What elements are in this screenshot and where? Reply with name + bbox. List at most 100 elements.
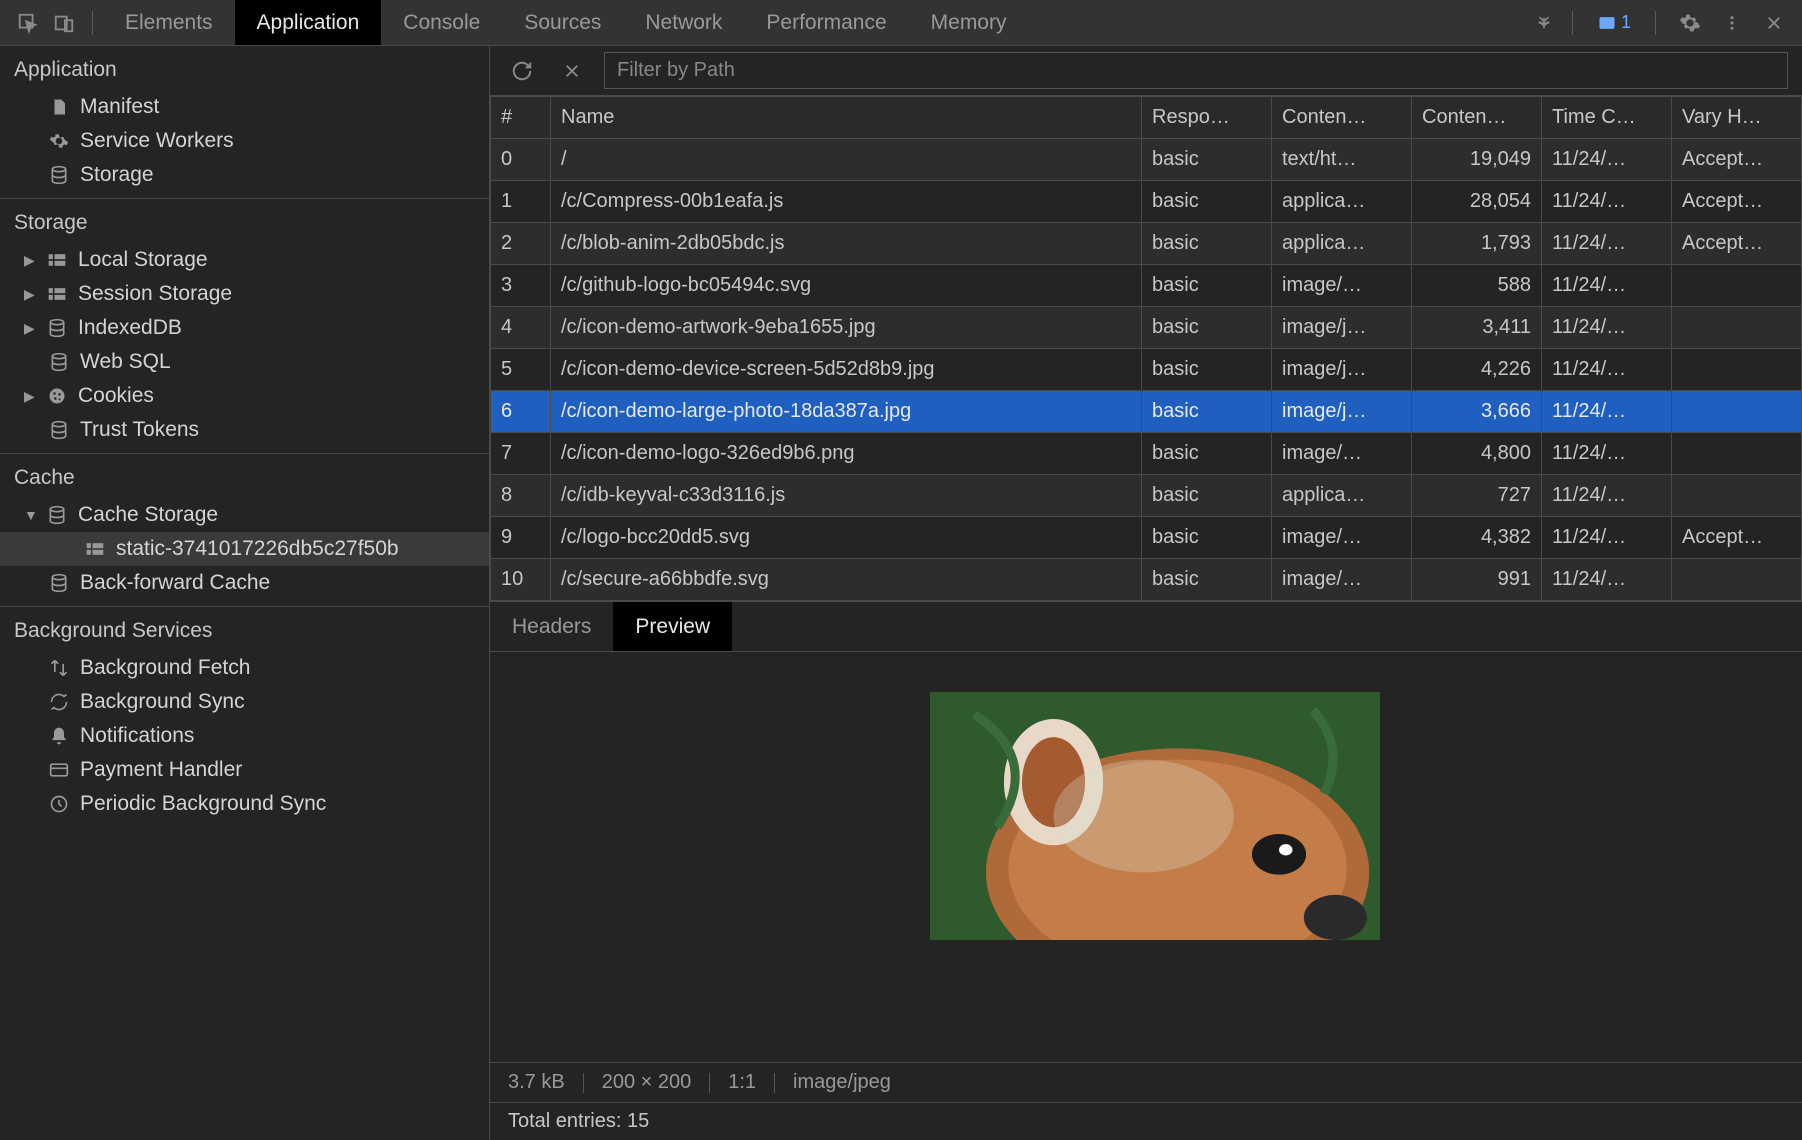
sidebar-item-payment-handler[interactable]: Payment Handler [0,753,489,787]
expand-arrow-icon[interactable]: ▶ [24,388,36,405]
cell-tc: 11/24/… [1542,223,1672,265]
sidebar-item-session-storage[interactable]: ▶ Session Storage [0,277,489,311]
sidebar-item-label: Manifest [80,95,159,119]
col-content-length[interactable]: Conten… [1412,97,1542,139]
devtools-toolbar: ElementsApplicationConsoleSourcesNetwork… [0,0,1802,46]
col-vary-header[interactable]: Vary H… [1672,97,1802,139]
tab-headers[interactable]: Headers [490,602,613,651]
cell-resp: basic [1142,433,1272,475]
transfer-icon [48,657,70,679]
cell-cl: 3,666 [1412,391,1542,433]
table-row[interactable]: 2/c/blob-anim-2db05bdc.jsbasicapplica…1,… [491,223,1802,265]
expand-arrow-icon[interactable]: ▶ [24,252,36,269]
filter-input[interactable] [604,52,1788,89]
sidebar-item-background-fetch[interactable]: Background Fetch [0,651,489,685]
sidebar-item-label: Web SQL [80,350,171,374]
table-row[interactable]: 3/c/github-logo-bc05494c.svgbasicimage/…… [491,265,1802,307]
sidebar-item-trust-tokens[interactable]: Trust Tokens [0,413,489,447]
col-content-type[interactable]: Conten… [1272,97,1412,139]
total-entries-label: Total entries: 15 [508,1110,649,1133]
table-row[interactable]: 7/c/icon-demo-logo-326ed9b6.pngbasicimag… [491,433,1802,475]
settings-icon[interactable] [1674,7,1706,39]
sidebar-item-label: Background Fetch [80,656,250,680]
tab-console[interactable]: Console [381,0,502,45]
cookie-icon [46,385,68,407]
inspect-icon[interactable] [12,7,44,39]
kebab-menu-icon[interactable] [1716,7,1748,39]
sidebar-item-manifest[interactable]: Manifest [0,90,489,124]
cell-cl: 588 [1412,265,1542,307]
col-time-cached[interactable]: Time C… [1542,97,1672,139]
cell-ct: applica… [1272,181,1412,223]
collapse-arrow-icon[interactable]: ▼ [24,507,36,523]
sidebar-item-indexeddb[interactable]: ▶ IndexedDB [0,311,489,345]
tab-application[interactable]: Application [235,0,382,45]
table-row[interactable]: 6/c/icon-demo-large-photo-18da387a.jpgba… [491,391,1802,433]
close-icon[interactable] [1758,7,1790,39]
cell-cl: 727 [1412,475,1542,517]
cell-cl: 991 [1412,559,1542,601]
table-icon [46,249,68,271]
sidebar-item-websql[interactable]: Web SQL [0,345,489,379]
tab-sources[interactable]: Sources [502,0,623,45]
table-row[interactable]: 0/basictext/ht…19,04911/24/…Accept… [491,139,1802,181]
cell-tc: 11/24/… [1542,181,1672,223]
clock-icon [48,793,70,815]
issues-badge[interactable]: 1 [1589,10,1639,35]
gear-icon [48,130,70,152]
cell-name: /c/icon-demo-artwork-9eba1655.jpg [551,307,1142,349]
table-row[interactable]: 5/c/icon-demo-device-screen-5d52d8b9.jpg… [491,349,1802,391]
cell-idx: 7 [491,433,551,475]
table-row[interactable]: 4/c/icon-demo-artwork-9eba1655.jpgbasici… [491,307,1802,349]
table-row[interactable]: 8/c/idb-keyval-c33d3116.jsbasicapplica…7… [491,475,1802,517]
sidebar-item-cache-entry[interactable]: static-3741017226db5c27f50b [0,532,489,566]
table-row[interactable]: 10/c/secure-a66bbdfe.svgbasicimage/…9911… [491,559,1802,601]
sidebar-item-service-workers[interactable]: Service Workers [0,124,489,158]
table-row[interactable]: 1/c/Compress-00b1eafa.jsbasicapplica…28,… [491,181,1802,223]
cell-name: /c/github-logo-bc05494c.svg [551,265,1142,307]
sidebar-item-background-sync[interactable]: Background Sync [0,685,489,719]
sidebar-item-periodic-sync[interactable]: Periodic Background Sync [0,787,489,821]
separator [92,11,93,35]
sidebar-item-back-forward-cache[interactable]: Back-forward Cache [0,566,489,600]
sidebar-item-storage[interactable]: Storage [0,158,489,192]
close-filter-icon[interactable] [556,55,588,87]
cell-idx: 10 [491,559,551,601]
cell-name: /c/secure-a66bbdfe.svg [551,559,1142,601]
tab-elements[interactable]: Elements [103,0,235,45]
tab-memory[interactable]: Memory [909,0,1029,45]
sidebar-item-notifications[interactable]: Notifications [0,719,489,753]
sidebar-item-label: Back-forward Cache [80,571,270,595]
file-icon [48,96,70,118]
cell-tc: 11/24/… [1542,475,1672,517]
cell-tc: 11/24/… [1542,559,1672,601]
col-index[interactable]: # [491,97,551,139]
database-icon [48,419,70,441]
cell-tc: 11/24/… [1542,517,1672,559]
cell-ct: image/j… [1272,349,1412,391]
more-tabs-icon[interactable] [1528,7,1560,39]
sidebar-item-cache-storage[interactable]: ▼ Cache Storage [0,498,489,532]
cell-ct: image/j… [1272,391,1412,433]
cell-name: /c/logo-bcc20dd5.svg [551,517,1142,559]
expand-arrow-icon[interactable]: ▶ [24,320,36,337]
cache-entries-table: # Name Respo… Conten… Conten… Time C… Va… [490,96,1802,601]
cell-name: /c/Compress-00b1eafa.js [551,181,1142,223]
sidebar-item-local-storage[interactable]: ▶ Local Storage [0,243,489,277]
table-row[interactable]: 9/c/logo-bcc20dd5.svgbasicimage/…4,38211… [491,517,1802,559]
device-toggle-icon[interactable] [48,7,80,39]
col-name[interactable]: Name [551,97,1142,139]
tab-network[interactable]: Network [623,0,744,45]
tab-performance[interactable]: Performance [744,0,908,45]
cell-tc: 11/24/… [1542,307,1672,349]
cell-cl: 19,049 [1412,139,1542,181]
sidebar-item-label: Background Sync [80,690,245,714]
tab-preview[interactable]: Preview [613,602,732,651]
cell-cl: 3,411 [1412,307,1542,349]
expand-arrow-icon[interactable]: ▶ [24,286,36,303]
cell-resp: basic [1142,223,1272,265]
col-response[interactable]: Respo… [1142,97,1272,139]
sidebar-item-cookies[interactable]: ▶ Cookies [0,379,489,413]
refresh-icon[interactable] [506,55,538,87]
status-dimensions: 200 × 200 [602,1071,692,1094]
